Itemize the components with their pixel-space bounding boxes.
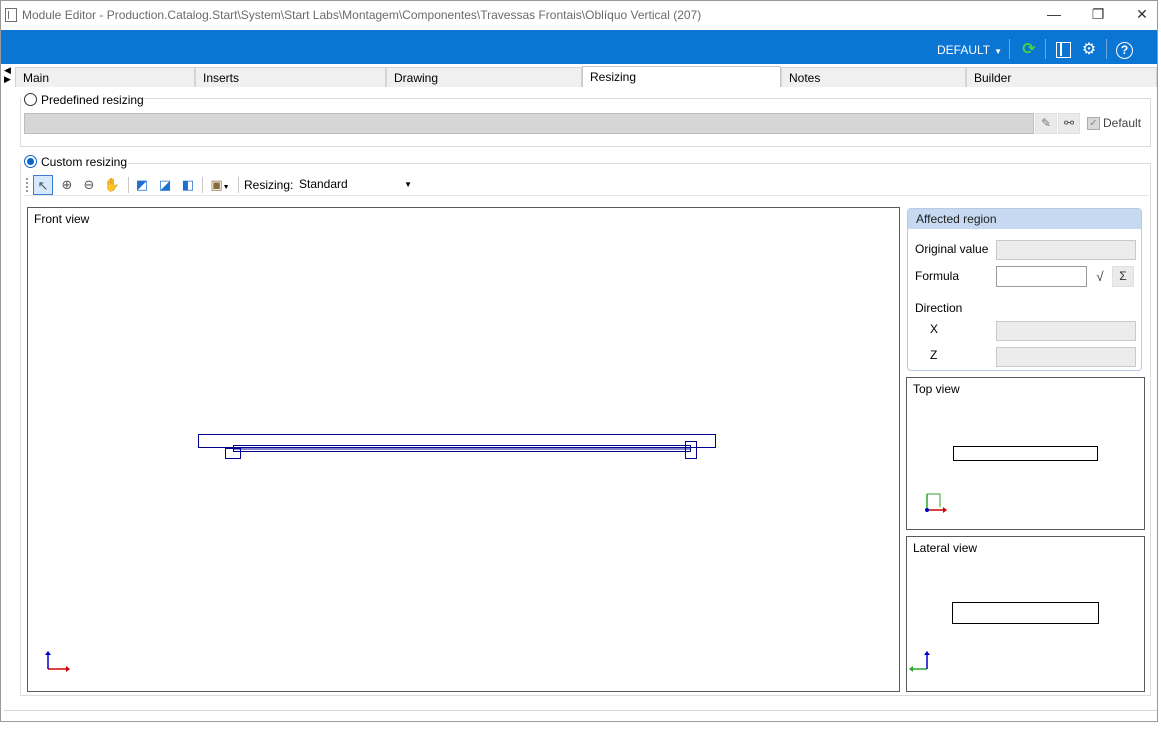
chevron-down-icon: ▼	[404, 180, 412, 189]
tab-inserts[interactable]: Inserts	[195, 67, 386, 87]
ribbon-bar: DEFAULT ▼ ⟳ ⚙ ?	[1, 30, 1157, 64]
affected-region-title: Affected region	[908, 209, 1141, 229]
title-bar: Module Editor - Production.Catalog.Start…	[1, 1, 1157, 30]
app-icon	[5, 8, 17, 22]
resizing-label: Resizing:	[244, 178, 294, 192]
side-nav-arrows: ◀ ▶	[4, 66, 14, 84]
tab-builder[interactable]: Builder	[966, 67, 1157, 87]
profile-dropdown[interactable]: DEFAULT ▼	[937, 43, 1002, 57]
predefined-input[interactable]	[24, 113, 1034, 134]
remove-region-icon[interactable]: ◧	[178, 175, 198, 195]
group-divider	[128, 163, 1151, 164]
profile-label: DEFAULT	[937, 43, 991, 57]
predefined-radio[interactable]	[24, 93, 37, 106]
sum-icon[interactable]: Σ	[1112, 266, 1134, 287]
binoculars-icon[interactable]: ⚯	[1058, 113, 1080, 134]
resizing-select[interactable]: Standard ▼	[299, 177, 414, 193]
original-value-label: Original value	[915, 242, 989, 256]
affected-region-panel: Affected region Original value Formula √…	[907, 208, 1142, 371]
eraser-icon[interactable]: ✎	[1035, 113, 1057, 134]
original-value-field	[996, 240, 1136, 260]
tab-strip: Main Inserts Drawing Resizing Notes Buil…	[15, 66, 1157, 88]
help-icon[interactable]: ?	[1115, 40, 1135, 60]
module-editor-window: Module Editor - Production.Catalog.Start…	[0, 0, 1158, 722]
front-view-canvas[interactable]: Front view	[27, 207, 900, 692]
axis-indicator-icon	[909, 651, 930, 672]
toolbar-grip[interactable]	[26, 178, 29, 192]
tab-main[interactable]: Main	[15, 67, 195, 87]
toolbar-separator	[238, 177, 239, 193]
lateral-view-canvas[interactable]: Lateral view	[906, 536, 1145, 692]
ribbon-separator	[1045, 39, 1046, 59]
direction-label: Direction	[915, 301, 963, 315]
x-label: X	[930, 322, 939, 336]
pan-hand-icon[interactable]: ✋	[102, 175, 122, 195]
resize-toolbar: ↖ ⊕ ⊖ ✋ ◩ ◪ ◧ ▣▼ Resizing: Standard ▼	[24, 174, 1149, 196]
custom-label: Custom resizing	[41, 155, 128, 169]
lateral-view-title: Lateral view	[913, 541, 978, 555]
default-label: Default	[1103, 116, 1142, 130]
square-root-icon[interactable]: √	[1089, 266, 1111, 287]
zoom-out-icon[interactable]: ⊖	[79, 175, 99, 195]
tab-drawing[interactable]: Drawing	[386, 67, 582, 87]
top-view-title: Top view	[913, 382, 960, 396]
toolbar-separator	[128, 177, 129, 193]
x-field	[996, 321, 1136, 341]
status-divider	[4, 710, 1157, 711]
settings-gear-icon[interactable]: ⚙	[1079, 40, 1099, 60]
toolbar-separator	[202, 177, 203, 193]
formula-label: Formula	[915, 269, 960, 283]
refresh-icon[interactable]: ⟳	[1019, 40, 1039, 60]
close-button[interactable]: ✕	[1120, 1, 1161, 30]
top-view-shape	[953, 446, 1098, 461]
resizing-value: Standard	[299, 177, 348, 191]
add-region-icon[interactable]: ◩	[132, 175, 152, 195]
tab-notes[interactable]: Notes	[781, 67, 966, 87]
maximize-button[interactable]: ❐	[1076, 1, 1120, 30]
predefined-label: Predefined resizing	[41, 93, 144, 107]
custom-radio[interactable]	[24, 155, 37, 168]
chevron-down-icon: ▼	[994, 47, 1003, 56]
arrow-right-icon[interactable]: ▶	[4, 75, 14, 84]
default-checkbox[interactable]: ✓	[1087, 117, 1100, 130]
top-view-canvas[interactable]: Top view	[906, 377, 1145, 530]
formula-input[interactable]	[996, 266, 1087, 287]
group-divider	[142, 98, 1151, 99]
front-view-drawing	[45, 434, 716, 672]
ribbon-separator	[1009, 39, 1010, 59]
tab-resizing[interactable]: Resizing	[582, 66, 781, 88]
box-view-icon[interactable]: ▣▼	[206, 175, 234, 195]
minimize-button[interactable]: —	[1032, 1, 1076, 30]
window-title: Module Editor - Production.Catalog.Start…	[22, 8, 702, 22]
z-field	[996, 347, 1136, 367]
move-region-icon[interactable]: ◪	[155, 175, 175, 195]
pointer-icon[interactable]: ↖	[33, 175, 53, 195]
axis-indicator-icon	[925, 493, 947, 513]
zoom-in-icon[interactable]: ⊕	[57, 175, 77, 195]
resizing-panel: Predefined resizing ✎ ⚯ ✓ Default Custom…	[15, 87, 1157, 707]
z-label: Z	[930, 348, 938, 362]
lateral-view-shape	[952, 602, 1099, 624]
ribbon-separator	[1106, 39, 1107, 59]
panel-layout-icon[interactable]	[1053, 40, 1073, 60]
